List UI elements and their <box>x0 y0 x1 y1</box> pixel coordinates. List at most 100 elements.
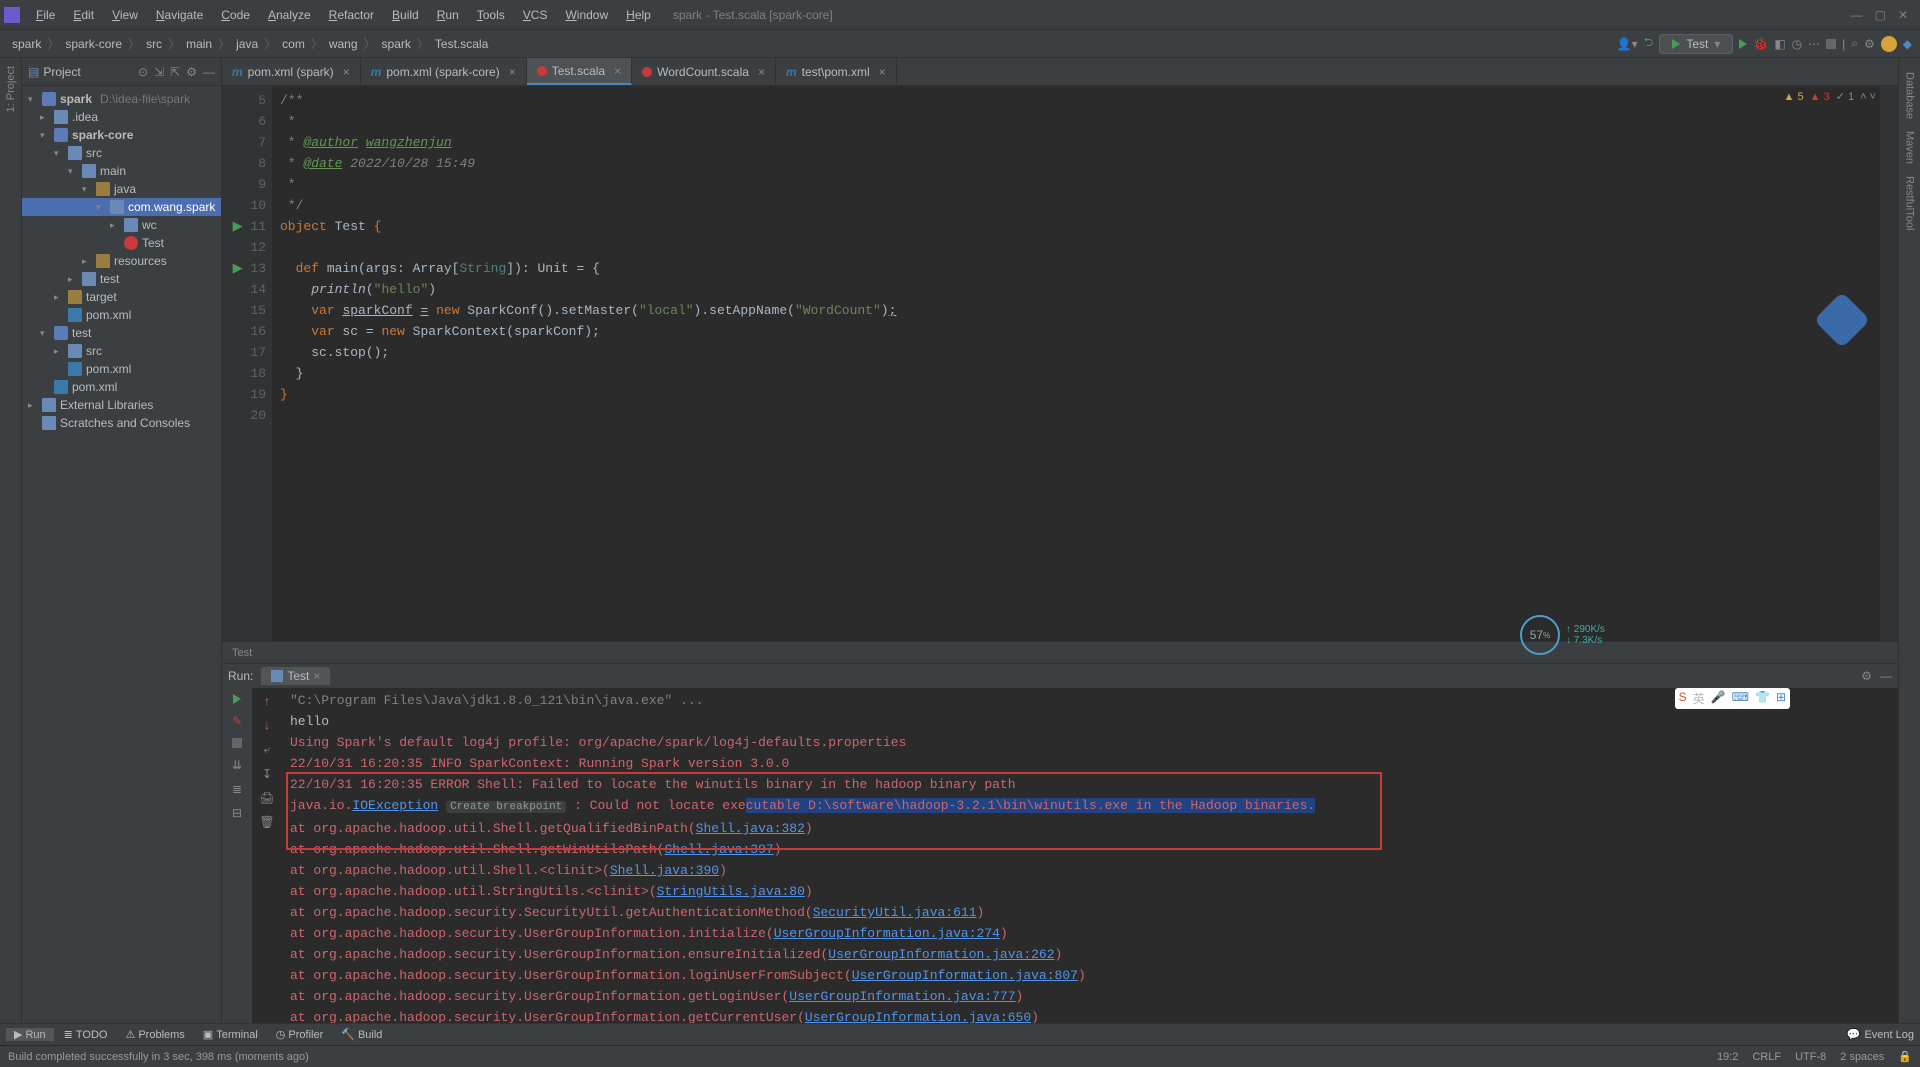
menu-refactor[interactable]: Refactor <box>321 4 382 26</box>
menu-navigate[interactable]: Navigate <box>148 4 211 26</box>
event-log-button[interactable]: 💬 Event Log <box>1847 1028 1914 1041</box>
tree-item[interactable]: ▾com.wang.spark <box>22 198 221 216</box>
breadcrumb-item[interactable]: main <box>182 37 216 51</box>
tree-item[interactable]: ▾main <box>22 162 221 180</box>
plugin-icon[interactable]: ◆ <box>1903 37 1912 51</box>
tree-item[interactable]: ▸resources <box>22 252 221 270</box>
tree-item[interactable]: ▸.idea <box>22 108 221 126</box>
code-editor[interactable]: /** * * @author wangzhenjun * @date 2022… <box>272 86 1880 641</box>
breadcrumb-item[interactable]: com <box>278 37 309 51</box>
tree-item[interactable]: ▸src <box>22 342 221 360</box>
breadcrumb-item[interactable]: Test.scala <box>431 37 492 51</box>
bottom-tab-build[interactable]: 🔨 Build <box>333 1028 390 1041</box>
profile-button[interactable]: ◷ <box>1792 37 1802 51</box>
run-button[interactable] <box>1739 39 1747 49</box>
editor-tab[interactable]: WordCount.scala× <box>632 58 776 85</box>
inspection-widget[interactable]: ▲ 5 ▲ 3 ✓ 1 ˄ ˅ <box>1784 90 1876 103</box>
breadcrumb-item[interactable]: wang <box>325 37 362 51</box>
breadcrumb-item[interactable]: spark-core <box>61 37 126 51</box>
ide-settings-icon[interactable]: ⚙ <box>1864 37 1875 51</box>
editor-tab[interactable]: mpom.xml (spark-core)× <box>361 58 527 85</box>
menu-analyze[interactable]: Analyze <box>260 4 319 26</box>
rerun-button[interactable] <box>233 694 241 704</box>
menu-edit[interactable]: Edit <box>65 4 102 26</box>
maximize-icon[interactable]: ▢ <box>1875 8 1886 22</box>
run-settings-icon[interactable]: ⚙ <box>1861 669 1872 683</box>
clear-icon[interactable]: 🗑 <box>259 815 274 829</box>
status-item[interactable]: CRLF <box>1752 1051 1781 1063</box>
print-icon[interactable]: 🖨 <box>259 791 274 805</box>
pin-icon[interactable]: ⊟ <box>232 806 242 820</box>
scroll-end-icon[interactable]: ↧ <box>262 767 272 781</box>
tree-item[interactable]: ▾java <box>22 180 221 198</box>
search-icon[interactable]: ⌕ <box>1851 36 1858 51</box>
stop-button[interactable] <box>1826 39 1836 49</box>
tree-item[interactable]: pom.xml <box>22 360 221 378</box>
bottom-tab-problems[interactable]: ⚠ Problems <box>117 1028 192 1041</box>
tree-item[interactable]: Scratches and Consoles <box>22 414 221 432</box>
tree-item[interactable]: ▾spark-core <box>22 126 221 144</box>
console-output[interactable]: "C:\Program Files\Java\jdk1.8.0_121\bin\… <box>282 688 1898 1023</box>
breadcrumb-item[interactable]: src <box>142 37 166 51</box>
layout-icon[interactable]: ≣ <box>232 782 242 796</box>
editor-breadcrumb[interactable]: Test <box>222 641 1898 663</box>
tree-item[interactable]: ▸target <box>22 288 221 306</box>
editor-tab[interactable]: mpom.xml (spark)× <box>222 58 361 85</box>
vcs-update-icon[interactable]: | <box>1842 37 1845 51</box>
left-tool-strip[interactable]: 1: Project <box>0 58 22 1023</box>
project-tree[interactable]: ▾ spark D:\idea-file\spark ▸.idea▾spark-… <box>22 86 221 1023</box>
hide-panel-icon[interactable]: — <box>203 65 215 79</box>
tree-item[interactable]: pom.xml <box>22 306 221 324</box>
select-opened-file-icon[interactable]: ⊙ <box>138 65 148 79</box>
stop-run-button[interactable] <box>232 738 242 748</box>
bottom-tab-run[interactable]: ▶ Run <box>6 1028 54 1041</box>
right-tool-strip[interactable]: Database Maven RestfulTool <box>1898 58 1920 1023</box>
run-hide-icon[interactable]: — <box>1880 669 1892 683</box>
bottom-tab-profiler[interactable]: ◷ Profiler <box>268 1028 331 1041</box>
menu-help[interactable]: Help <box>618 4 659 26</box>
back-icon[interactable]: ⮌ <box>1644 33 1654 54</box>
coverage-button[interactable]: ◧ <box>1774 37 1785 51</box>
breadcrumb[interactable]: spark〉spark-core〉src〉main〉java〉com〉wang〉… <box>8 35 492 52</box>
run-config-selector[interactable]: Test ▾ <box>1659 34 1733 54</box>
avatar-icon[interactable] <box>1881 36 1897 52</box>
expand-all-icon[interactable]: ⇲ <box>154 65 164 79</box>
status-item[interactable]: 2 spaces <box>1840 1051 1884 1063</box>
down-stack-icon[interactable]: ↓ <box>264 718 270 732</box>
editor-tab[interactable]: Test.scala× <box>527 58 632 85</box>
editor-gutter[interactable]: 5678910▶ 1112▶ 1314151617181920 <box>222 86 272 641</box>
tree-item[interactable]: ▸test <box>22 270 221 288</box>
tree-item[interactable]: ▾test <box>22 324 221 342</box>
run-tab[interactable]: Test × <box>261 667 330 685</box>
tree-item[interactable]: ▸wc <box>22 216 221 234</box>
status-item[interactable]: 19:2 <box>1717 1051 1738 1063</box>
editor-scrollbar[interactable] <box>1880 86 1898 641</box>
debug-button[interactable]: 🐞 <box>1753 37 1768 51</box>
collapse-all-icon[interactable]: ⇱ <box>170 65 180 79</box>
tree-item[interactable]: ▾src <box>22 144 221 162</box>
menu-build[interactable]: Build <box>384 4 427 26</box>
tree-item[interactable]: ▸External Libraries <box>22 396 221 414</box>
menu-window[interactable]: Window <box>557 4 616 26</box>
tree-item[interactable]: Test <box>22 234 221 252</box>
menu-code[interactable]: Code <box>213 4 258 26</box>
breadcrumb-item[interactable]: java <box>232 37 262 51</box>
modify-run-icon[interactable]: ✎ <box>232 714 242 728</box>
menu-run[interactable]: Run <box>429 4 467 26</box>
menu-vcs[interactable]: VCS <box>515 4 556 26</box>
soft-wrap-icon[interactable]: ⤶ <box>264 742 271 757</box>
gear-icon[interactable]: ⚙ <box>186 65 197 79</box>
breadcrumb-item[interactable]: spark <box>378 37 415 51</box>
menu-file[interactable]: File <box>28 4 63 26</box>
lock-icon[interactable]: 🔒 <box>1898 1050 1912 1063</box>
close-icon[interactable]: ✕ <box>1898 8 1908 22</box>
attach-button[interactable]: ⋯ <box>1808 37 1820 51</box>
breadcrumb-item[interactable]: spark <box>8 37 45 51</box>
ime-toolbar[interactable]: S英🎤⌨👕⊞ <box>1675 688 1790 709</box>
menu-view[interactable]: View <box>104 4 146 26</box>
bottom-tab-todo[interactable]: ≣ TODO <box>56 1028 116 1041</box>
menu-tools[interactable]: Tools <box>469 4 513 26</box>
up-stack-icon[interactable]: ↑ <box>264 694 270 708</box>
status-item[interactable]: UTF-8 <box>1795 1051 1826 1063</box>
editor-tab[interactable]: mtest\pom.xml× <box>776 58 897 85</box>
